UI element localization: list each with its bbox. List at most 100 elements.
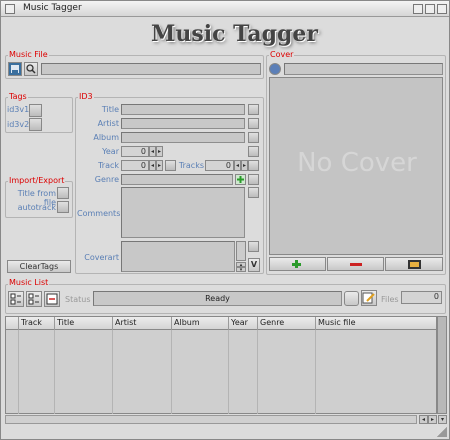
genre-field[interactable] [121, 174, 233, 185]
table-header: Track Title Artist Album Year Genre Musi… [6, 317, 436, 330]
column-divider [55, 330, 113, 414]
tracks-down-arrow[interactable]: ◂ [234, 160, 241, 171]
column-header-title[interactable]: Title [55, 317, 113, 330]
artist-field[interactable] [121, 118, 245, 129]
coverart-scroll-down[interactable]: ▾ [236, 267, 246, 273]
music-file-label: Music File [8, 50, 49, 59]
title-label: Title [101, 105, 119, 114]
comments-button[interactable] [248, 187, 259, 198]
music-list-label: Music List [8, 278, 50, 287]
tracks-field[interactable]: 0 [205, 160, 234, 171]
column-header-track[interactable]: Track [19, 317, 55, 330]
column-header-select[interactable] [6, 317, 19, 330]
title-button[interactable] [248, 104, 259, 115]
year-field[interactable]: 0 [121, 146, 149, 157]
track-field[interactable]: 0 [121, 160, 149, 171]
cover-add-button[interactable] [269, 257, 326, 271]
cover-image-area: No Cover [269, 77, 443, 255]
tracks-label: Tracks [178, 161, 204, 170]
music-list-table[interactable]: Track Title Artist Album Year Genre Musi… [5, 316, 437, 414]
column-divider [172, 330, 229, 414]
coverart-scrollbar[interactable] [236, 241, 246, 261]
album-field[interactable] [121, 132, 245, 143]
genre-label: Genre [94, 175, 119, 184]
save-icon[interactable] [8, 62, 22, 76]
cover-info-icon[interactable] [269, 63, 281, 75]
cover-remove-button[interactable] [327, 257, 384, 271]
add-directory-icon[interactable] [26, 291, 42, 307]
track-button[interactable] [165, 160, 176, 171]
vertical-scroll-thumb[interactable] [438, 317, 446, 413]
files-count: 0 [401, 291, 442, 304]
track-label: Track [98, 161, 119, 170]
column-divider [113, 330, 172, 414]
import-export-label: Import/Export [8, 176, 66, 185]
cover-image-button[interactable] [385, 257, 443, 271]
add-files-icon[interactable] [8, 291, 24, 307]
title-field[interactable] [121, 104, 245, 115]
status-field: Ready [93, 291, 342, 306]
id3v2-checkbox[interactable] [29, 118, 42, 131]
main-window: Music Tagger Music Tagger Music File Cov… [0, 0, 450, 440]
remove-files-icon[interactable] [44, 291, 60, 307]
coverart-label: Coverart [84, 253, 119, 262]
id3v2-label: id3v2 [7, 120, 30, 129]
window-close-button[interactable] [5, 4, 15, 14]
id3v1-checkbox[interactable] [29, 104, 42, 117]
column-divider [19, 330, 55, 414]
title-bar[interactable]: Music Tagger [1, 1, 449, 17]
year-label: Year [102, 147, 119, 156]
status-label: Status [65, 295, 91, 304]
column-header-album[interactable]: Album [172, 317, 229, 330]
tracks-up-arrow[interactable]: ▸ [241, 160, 248, 171]
autotrack-checkbox[interactable] [57, 201, 69, 213]
column-divider [258, 330, 316, 414]
window-depth-button[interactable] [437, 4, 447, 14]
window-title: Music Tagger [23, 3, 82, 13]
coverart-v-button[interactable]: V [248, 258, 260, 272]
track-down-arrow[interactable]: ◂ [149, 160, 156, 171]
files-label: Files [381, 295, 399, 304]
coverart-field[interactable] [121, 241, 235, 272]
stop-button[interactable] [344, 291, 359, 306]
cover-path[interactable] [284, 63, 443, 75]
year-button[interactable] [248, 146, 259, 157]
scroll-left-arrow[interactable]: ◂ [419, 415, 428, 424]
window-iconify-button[interactable] [425, 4, 435, 14]
column-header-year[interactable]: Year [229, 317, 258, 330]
cover-label: Cover [269, 50, 295, 59]
comments-label: Comments [77, 209, 121, 218]
table-horizontal-scrollbar[interactable] [5, 415, 417, 424]
scroll-right-arrow[interactable]: ▸ [428, 415, 437, 424]
window-zoom-button[interactable] [413, 4, 423, 14]
album-label: Album [93, 133, 119, 142]
id3-label: ID3 [78, 92, 94, 101]
search-icon[interactable] [24, 62, 38, 76]
no-cover-text: No Cover [297, 148, 417, 178]
genre-button[interactable] [248, 174, 259, 185]
resize-grip[interactable] [437, 427, 447, 437]
comments-field[interactable] [121, 187, 245, 238]
artist-label: Artist [97, 119, 119, 128]
app-logo: Music Tagger [151, 21, 319, 47]
id3v1-label: id3v1 [7, 105, 30, 114]
clear-tags-button[interactable]: ClearTags [7, 260, 71, 273]
music-file-path[interactable] [41, 63, 261, 75]
year-down-arrow[interactable]: ◂ [149, 146, 156, 157]
album-button[interactable] [248, 132, 259, 143]
coverart-button[interactable] [248, 241, 259, 252]
edit-icon[interactable] [361, 290, 377, 306]
column-header-music-file[interactable]: Music file [316, 317, 436, 330]
title-from-file-checkbox[interactable] [57, 187, 69, 199]
year-up-arrow[interactable]: ▸ [156, 146, 163, 157]
tracks-button[interactable] [248, 160, 259, 171]
column-header-genre[interactable]: Genre [258, 317, 316, 330]
column-divider [6, 330, 19, 414]
genre-add-icon[interactable] [235, 174, 246, 185]
track-up-arrow[interactable]: ▸ [156, 160, 163, 171]
column-header-artist[interactable]: Artist [113, 317, 172, 330]
table-vertical-scrollbar[interactable] [437, 316, 447, 414]
column-divider [229, 330, 258, 414]
artist-button[interactable] [248, 118, 259, 129]
scroll-down-arrow[interactable]: ▾ [438, 415, 447, 424]
